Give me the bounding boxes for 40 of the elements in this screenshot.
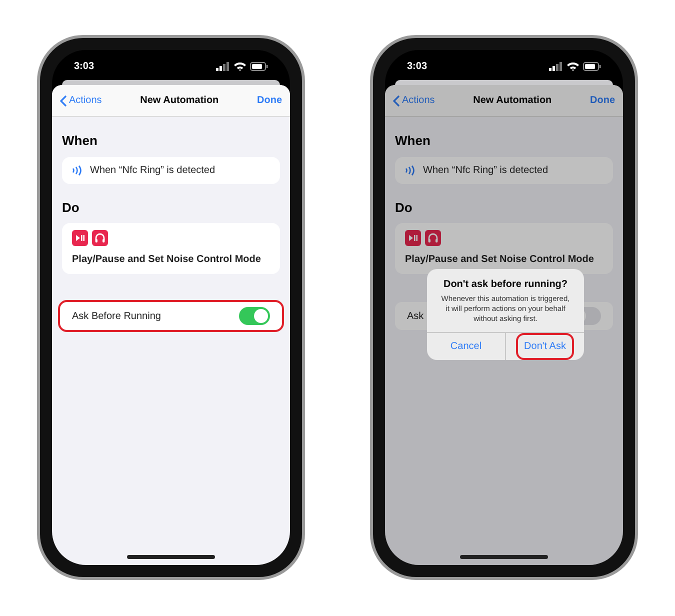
status-time: 3:03 (74, 60, 94, 74)
toggle-label: Ask (407, 310, 424, 324)
alert-button[interactable]: Don't Ask (518, 335, 572, 358)
action-card[interactable]: Play/Pause and Set Noise Control Mode (62, 223, 280, 274)
signal-icon (216, 62, 230, 70)
alert-button[interactable]: Cancel (444, 335, 488, 358)
chevron-left-icon (393, 94, 400, 106)
nfc-waves-icon (405, 164, 415, 176)
chevron-left-icon (60, 94, 67, 106)
play-pause-icon (72, 230, 88, 246)
nfc-waves-icon (72, 164, 82, 176)
battery-icon (250, 62, 268, 70)
back-button[interactable]: Actions (393, 93, 435, 108)
section-heading: Do (395, 198, 414, 216)
wifi-icon (567, 62, 579, 70)
action-text: Play/Pause and Set Noise Control Mode (405, 253, 595, 267)
section-heading: When (62, 132, 98, 150)
trigger-card[interactable]: When “Nfc Ring” is detected (62, 156, 280, 184)
alert-title: Don't ask before running? (443, 278, 568, 292)
done-button[interactable]: Done (590, 93, 615, 108)
nav-title: New Automation (473, 94, 552, 108)
status-time: 3:03 (407, 60, 428, 74)
trigger-text: When “Nfc Ring” is detected (90, 164, 216, 178)
action-text: Play/Pause and Set Noise Control Mode (72, 253, 262, 267)
section-heading: Do (62, 198, 80, 216)
trigger-card[interactable]: When “Nfc Ring” is detected (395, 156, 613, 184)
headphones-icon (92, 230, 108, 246)
signal-icon (549, 62, 563, 70)
action-card[interactable]: Play/Pause and Set Noise Control Mode (395, 223, 613, 274)
nav-title: New Automation (140, 94, 219, 108)
toggle-switch[interactable] (239, 307, 270, 325)
trigger-text: When “Nfc Ring” is detected (423, 164, 548, 178)
back-button[interactable]: Actions (60, 93, 102, 108)
section-heading: When (395, 132, 432, 150)
wifi-icon (234, 62, 246, 70)
done-button[interactable]: Done (257, 93, 282, 108)
headphones-icon (425, 230, 441, 246)
battery-icon (583, 62, 601, 70)
toggle-label: Ask Before Running (72, 310, 161, 324)
play-pause-icon (405, 230, 421, 246)
